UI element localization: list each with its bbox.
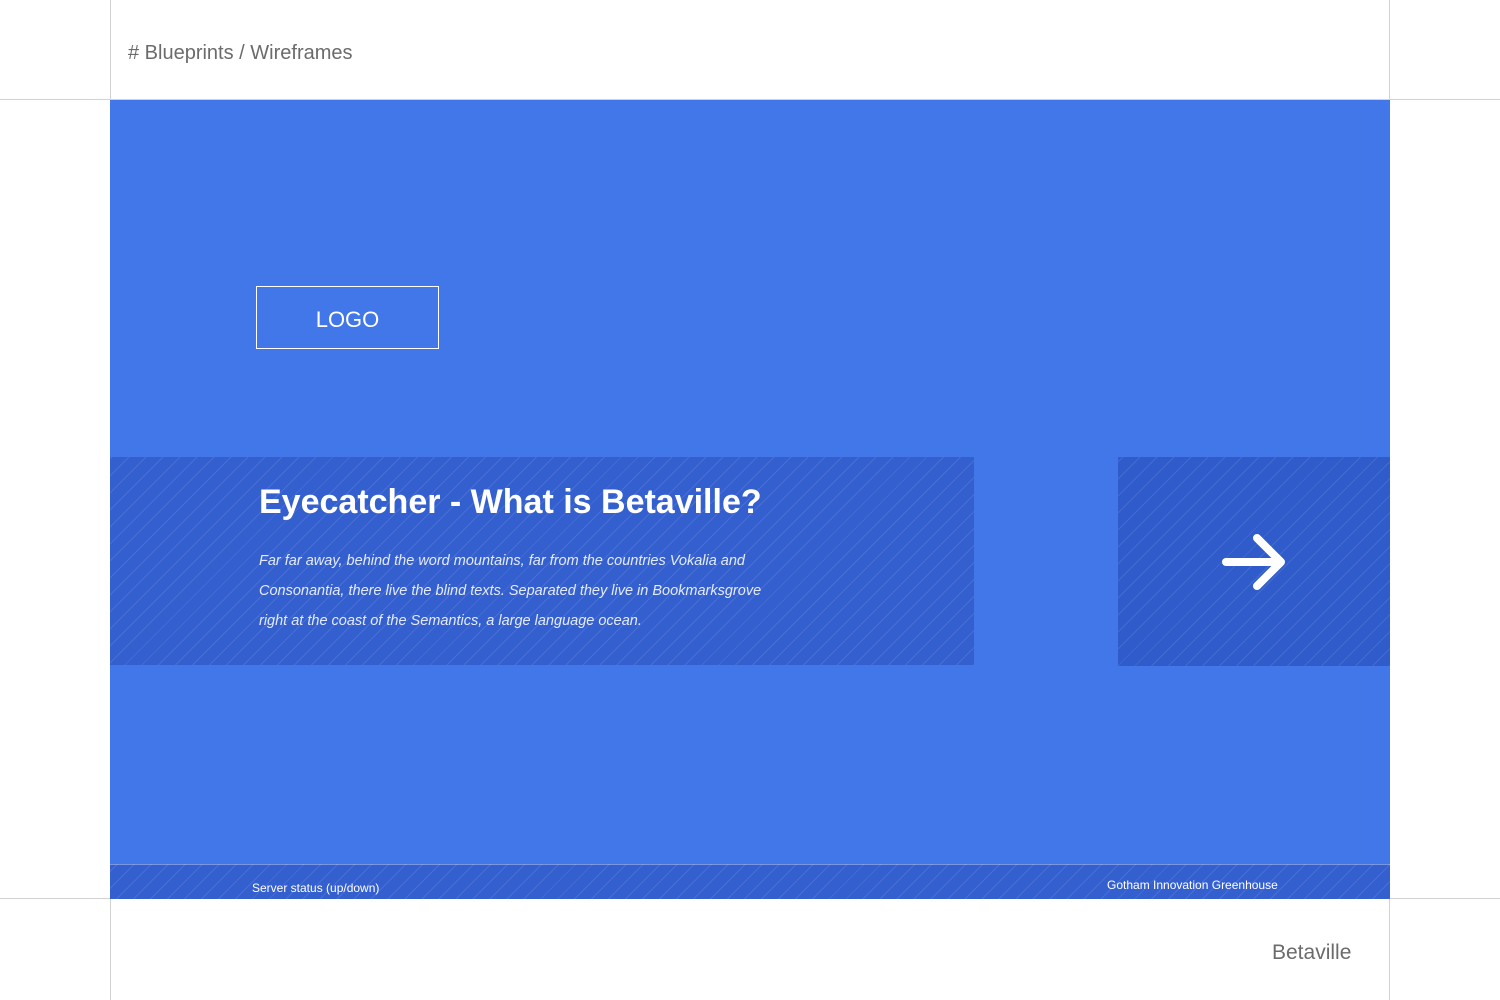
eyecatcher-panel: Eyecatcher - What is Betaville? Far far …: [110, 457, 974, 665]
breadcrumb: # Blueprints / Wireframes: [128, 42, 353, 64]
arrow-right-icon: [1222, 534, 1285, 590]
eyecatcher-title: Eyecatcher - What is Betaville?: [259, 483, 762, 521]
logo-placeholder[interactable]: LOGO: [256, 286, 439, 349]
server-status: Server status (up/down): [252, 881, 380, 895]
wireframe-canvas: LOGO Eyecatcher - What is Betaville? Far…: [110, 100, 1390, 899]
next-button[interactable]: [1118, 457, 1390, 666]
blueprint-page: # Blueprints / Wireframes LOGO Eyecatche…: [0, 0, 1500, 1000]
eyecatcher-description: Far far away, behind the word mountains,…: [259, 553, 762, 629]
organization-link[interactable]: Gotham Innovation Greenhouse: [1107, 878, 1278, 892]
brand-name: Betaville: [1272, 941, 1352, 964]
footer-bar: Server status (up/down) Gotham Innovatio…: [110, 864, 1390, 899]
